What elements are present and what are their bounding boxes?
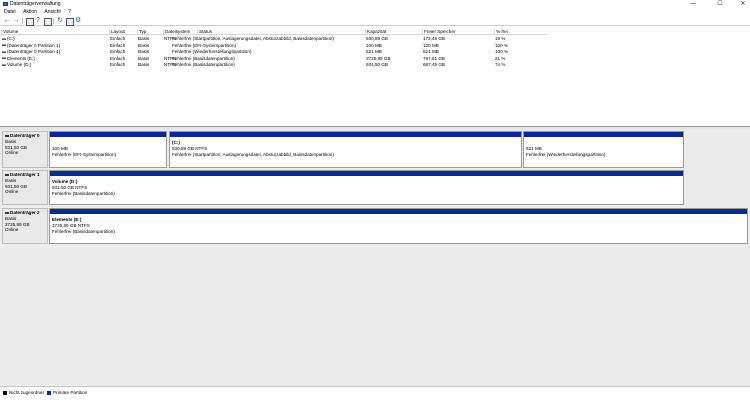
disk-icon	[5, 211, 9, 214]
volume-list-header: Volume Layout Typ Dateisystem Status Kap…	[0, 29, 548, 35]
legend-unallocated: Nicht zugeordnet	[9, 390, 44, 395]
column-kapazitaet[interactable]: Kapazität	[365, 29, 421, 35]
partition-c[interactable]: (C:) 930,89 GB NTFS Fehlerfrei (Startpar…	[169, 131, 522, 168]
column-typ[interactable]: Typ	[137, 29, 162, 35]
drive-icon	[2, 44, 6, 47]
disk-1: Datenträger 1 Basis 931,50 GB Online Vol…	[0, 170, 750, 205]
menu-aktion[interactable]: Aktion	[23, 9, 37, 16]
toolbar: ← → ? ↻ ⚙	[0, 16, 750, 26]
volume-list: Volume Layout Typ Dateisystem Status Kap…	[0, 29, 750, 127]
refresh-icon[interactable]: ↻	[56, 17, 64, 25]
forward-arrow-icon[interactable]: →	[12, 17, 20, 25]
disk-management-icon	[3, 2, 8, 6]
menu-datei[interactable]: Datei	[4, 9, 16, 16]
minimize-button[interactable]: —	[682, 0, 704, 9]
drive-icon	[2, 37, 6, 40]
drive-icon[interactable]	[65, 17, 74, 26]
maximize-button[interactable]: ☐	[709, 0, 731, 9]
column-freier-speicher[interactable]: Freier Speicher	[422, 29, 494, 35]
legend-primary-swatch	[47, 391, 51, 395]
column-layout[interactable]: Layout	[109, 29, 136, 35]
partition-efi[interactable]: 100 MB Fehlerfrei (EFI-Systempartition)	[49, 131, 167, 168]
drive-icon	[2, 63, 6, 66]
disk-list-icon[interactable]	[25, 17, 34, 26]
close-button[interactable]: ✕	[732, 0, 750, 9]
menu-help[interactable]: ?	[68, 9, 71, 16]
table-row[interactable]: Volume (D:) Einfach Basis NTFS Fehlerfre…	[0, 62, 548, 69]
disk-0-label[interactable]: Datenträger 0 Basis 931,50 GB Online	[2, 131, 48, 168]
help-icon[interactable]: ?	[34, 17, 42, 25]
disk-2-label[interactable]: Datenträger 2 Basis 3725,99 GB Online	[2, 208, 48, 244]
disk-icon	[5, 173, 9, 176]
disk-2: Datenträger 2 Basis 3725,99 GB Online El…	[0, 208, 750, 244]
column-dateisystem[interactable]: Dateisystem	[163, 29, 197, 35]
column-prozent-frei[interactable]: % frei	[494, 29, 548, 35]
properties-icon[interactable]	[43, 17, 52, 26]
drive-icon	[2, 50, 6, 53]
disk-icon	[5, 134, 9, 137]
title-bar: Datenträgerverwaltung — ☐ ✕	[0, 0, 750, 9]
disk-0: Datenträger 0 Basis 931,50 GB Online 100…	[0, 131, 750, 168]
menu-ansicht[interactable]: Ansicht	[44, 9, 60, 16]
partition-d[interactable]: Volume (D:) 931,50 GB NTFS Fehlerfrei (B…	[49, 170, 684, 205]
menu-bar: Datei Aktion Ansicht ?	[0, 9, 750, 16]
partition-e[interactable]: Elements (E:) 3725,99 GB NTFS Fehlerfrei…	[49, 208, 748, 244]
legend: Nicht zugeordnet Primäre Partition	[0, 386, 750, 407]
legend-primary: Primäre Partition	[53, 390, 88, 395]
window-title: Datenträgerverwaltung	[10, 1, 61, 7]
back-arrow-icon[interactable]: ←	[3, 17, 11, 25]
column-status[interactable]: Status	[197, 29, 364, 35]
drive-icon	[2, 57, 6, 60]
settings-icon[interactable]: ⚙	[74, 17, 82, 25]
disk-1-label[interactable]: Datenträger 1 Basis 931,50 GB Online	[2, 170, 48, 205]
disk-view: Datenträger 0 Basis 931,50 GB Online 100…	[0, 130, 750, 386]
legend-unallocated-swatch	[3, 391, 7, 395]
partition-recovery[interactable]: 521 MB Fehlerfrei (Wiederherstellungspar…	[523, 131, 684, 168]
